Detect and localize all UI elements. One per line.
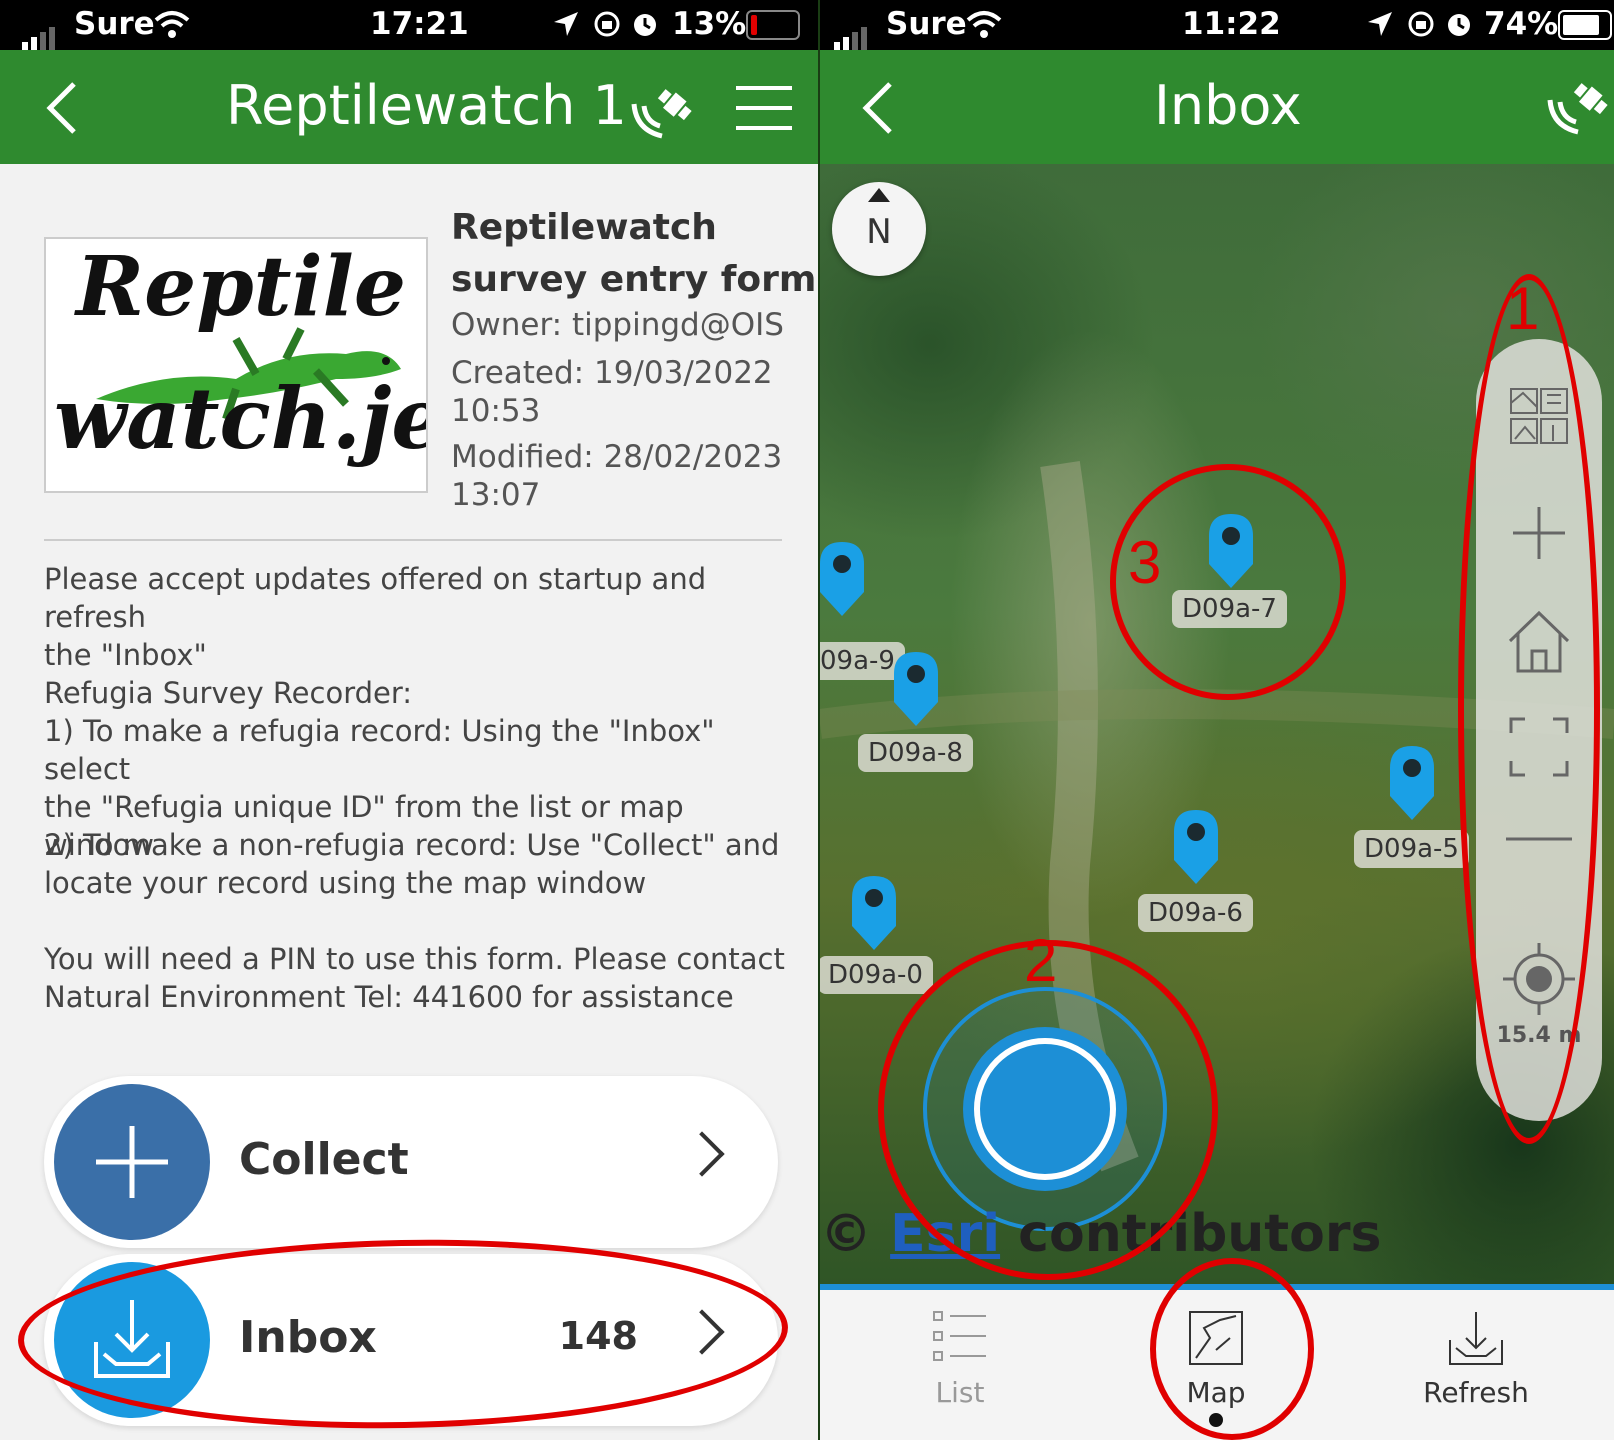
list-icon: [933, 1311, 986, 1361]
divider: [44, 539, 782, 541]
reptilewatch-logo: Reptile watch.je: [44, 237, 428, 493]
app-bar: Reptilewatch 1: [0, 50, 818, 164]
wifi-icon: [154, 11, 190, 38]
compass-button[interactable]: N: [832, 182, 926, 276]
annotation-label-1: 1: [1506, 275, 1540, 342]
map-view[interactable]: N D09a-7 09a-9 D09a-8 D09a-6 D09a-5 D09a…: [820, 164, 1614, 1284]
carrier-label: Sure: [74, 6, 155, 42]
orientation-lock-icon: [1408, 11, 1434, 37]
pin-label[interactable]: D09a-8: [858, 734, 973, 772]
map-pin[interactable]: [820, 540, 866, 620]
compass-label: N: [866, 212, 892, 252]
description-non-refugia: 2) To make a non-refugia record: Use "Co…: [44, 828, 780, 900]
chevron-right-icon: [679, 1131, 725, 1177]
page-title: Inbox: [1154, 74, 1302, 137]
pin-label[interactable]: D09a-0: [820, 956, 933, 994]
battery-icon: [1558, 10, 1612, 40]
gps-satellite-icon[interactable]: [1544, 70, 1614, 140]
collect-button[interactable]: Collect: [44, 1076, 778, 1248]
map-pin[interactable]: [1172, 808, 1220, 888]
map-pin[interactable]: [850, 874, 898, 954]
app-bar: Inbox: [820, 50, 1614, 164]
signal-icon: [834, 14, 870, 50]
form-modified: Modified: 28/02/2023 13:07: [451, 439, 783, 513]
inbox-map-screen: Sure 11:22 74% Inbox N D09a-7 09a-9 D09a…: [820, 0, 1614, 1440]
carrier-label: Sure: [886, 6, 967, 42]
collect-label: Collect: [239, 1134, 409, 1185]
description-update: Please accept updates offered on startup…: [44, 562, 707, 672]
pin-label[interactable]: D09a-6: [1138, 894, 1253, 932]
form-owner: Owner: tippingd@OIS: [451, 307, 784, 343]
battery-icon: [746, 10, 800, 40]
wifi-icon: [966, 11, 1002, 38]
pin-label[interactable]: D09a-5: [1354, 830, 1469, 868]
menu-icon[interactable]: [736, 84, 792, 132]
annotation-toolbar-ellipse: [1458, 274, 1600, 1144]
annotation-label-3: 3: [1128, 529, 1162, 596]
location-arrow-icon: [554, 12, 578, 36]
back-icon[interactable]: [44, 80, 78, 136]
alarm-icon: [634, 14, 656, 36]
add-icon: [54, 1084, 210, 1240]
signal-icon: [22, 14, 58, 50]
location-arrow-icon: [1368, 12, 1392, 36]
status-bar: Sure 17:21 13%: [0, 0, 818, 50]
battery-percent: 13%: [672, 6, 747, 42]
map-pin[interactable]: [1388, 744, 1436, 824]
tab-bar: List Map Refresh: [820, 1258, 1614, 1440]
orientation-lock-icon: [594, 11, 620, 37]
back-icon[interactable]: [860, 80, 894, 136]
annotation-map-tab-circle: [1150, 1258, 1314, 1440]
status-bar: Sure 11:22 74%: [820, 0, 1614, 50]
survey-home-screen: Sure 17:21 13% Reptilewatch 1 Reptile wa…: [0, 0, 818, 1440]
description-pin: You will need a PIN to use this form. Pl…: [44, 942, 785, 1014]
clock-label: 11:22: [1182, 6, 1281, 42]
annotation-label-2: 2: [1024, 927, 1058, 994]
form-title: Reptilewatch survey entry form: [451, 207, 817, 300]
tab-refresh[interactable]: Refresh: [1386, 1308, 1566, 1409]
clock-label: 17:21: [370, 6, 469, 42]
battery-percent: 74%: [1484, 6, 1559, 42]
north-arrow-icon: [868, 188, 890, 202]
refresh-inbox-icon: [1449, 1312, 1503, 1365]
page-title: Reptilewatch 1: [226, 74, 627, 137]
alarm-icon: [1448, 14, 1470, 36]
gps-satellite-icon[interactable]: [628, 82, 698, 142]
map-pin[interactable]: [892, 650, 940, 730]
form-created: Created: 19/03/2022 10:53: [451, 355, 773, 429]
tab-list[interactable]: List: [870, 1308, 1050, 1409]
